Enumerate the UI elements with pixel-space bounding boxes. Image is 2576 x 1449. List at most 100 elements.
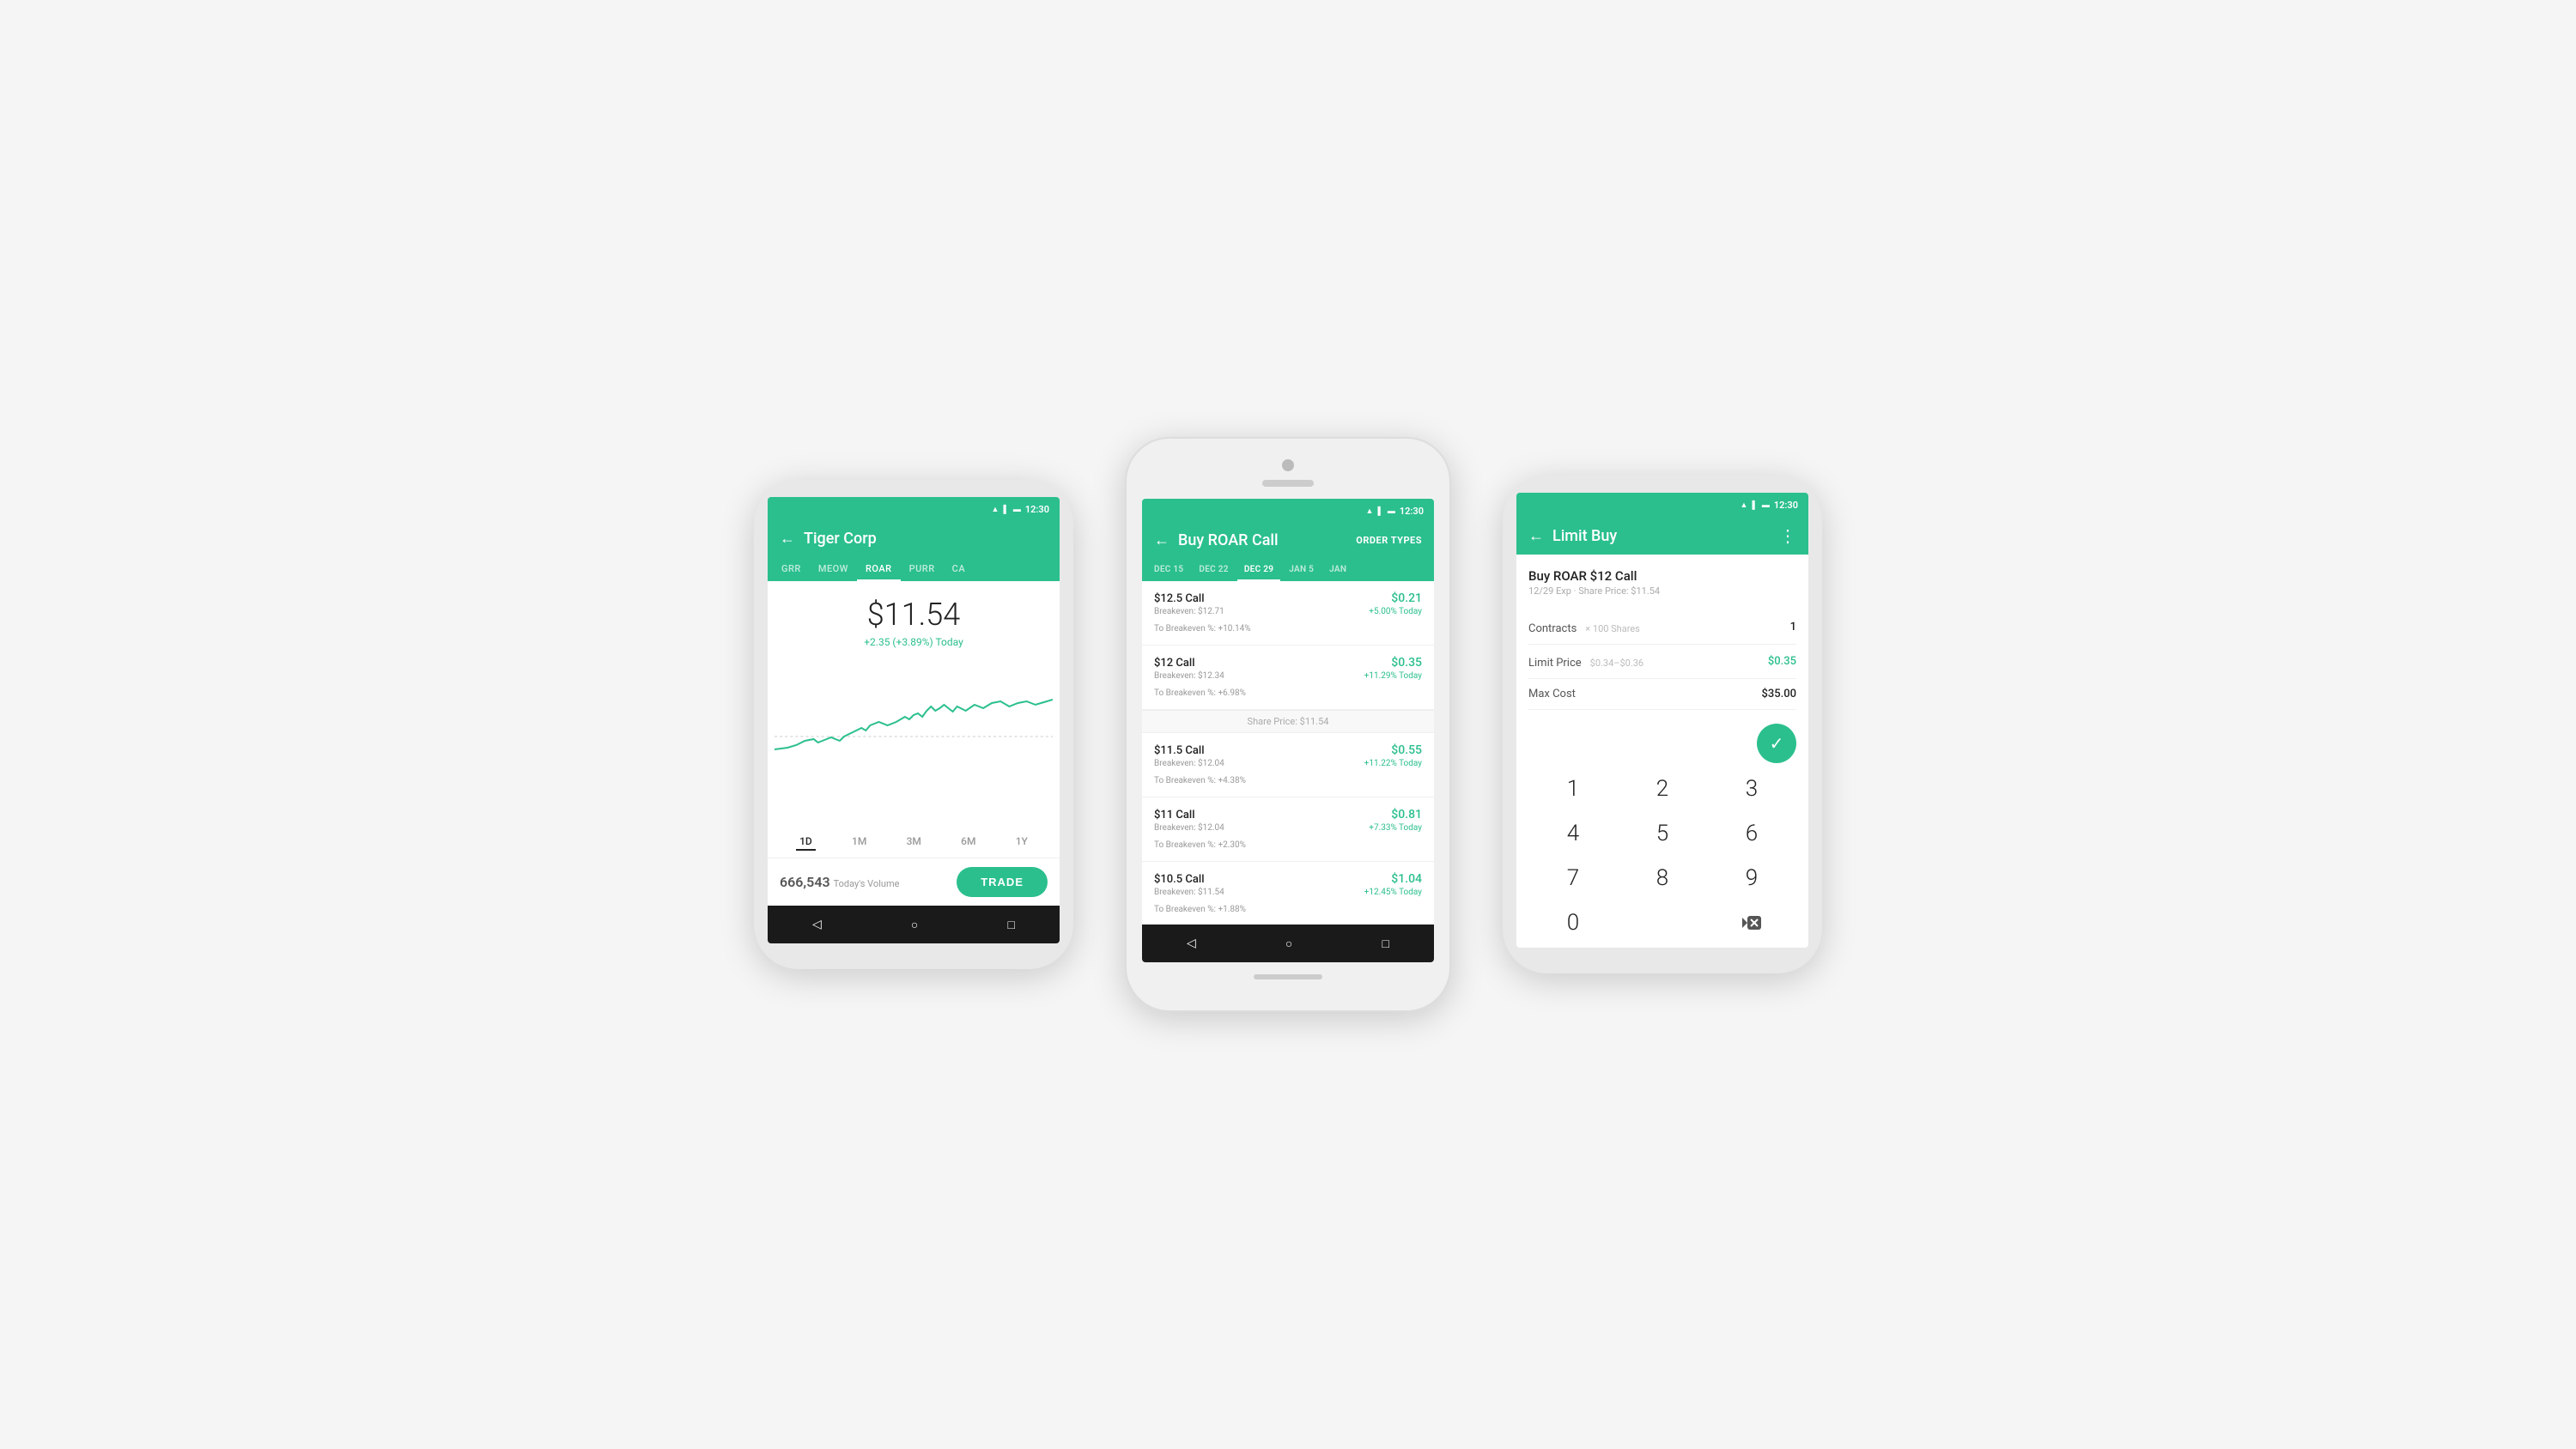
phone2-header-title: Buy ROAR Call	[1178, 531, 1347, 549]
option-item-4[interactable]: $10.5 Call $1.04 Breakeven: $11.54 +12.4…	[1142, 862, 1434, 925]
phone2-shell: ▲ ▌ ▬ 12:30 ← Buy ROAR Call ORDER TYPES …	[1125, 437, 1451, 1012]
tab-meow[interactable]: MEOW	[810, 556, 857, 581]
date-jan[interactable]: JAN	[1322, 558, 1353, 581]
chart-area	[768, 657, 1060, 827]
phone3-menu-button[interactable]: ⋮	[1779, 525, 1796, 546]
option-item-1[interactable]: $12 Call $0.35 Breakeven: $12.34 +11.29%…	[1142, 646, 1434, 710]
option-item-0[interactable]: $12.5 Call $0.21 Breakeven: $12.71 +5.00…	[1142, 581, 1434, 646]
option-change-2: +11.22% Today	[1364, 759, 1422, 768]
checkmark-icon: ✓	[1770, 733, 1784, 755]
limit-price-value: $0.35	[1768, 655, 1796, 668]
numpad-4[interactable]: 4	[1528, 811, 1618, 856]
phone3-back-button[interactable]: ←	[1528, 527, 1544, 545]
phone3-status-icons: ▲ ▌ ▬ 12:30	[1741, 500, 1798, 511]
phone1-time-tabs: 1D 1M 3M 6M 1Y	[768, 827, 1060, 858]
stock-chart	[775, 664, 1053, 784]
phone1-ticker-tabs: GRR MEOW ROAR PURR CA	[768, 556, 1060, 581]
numpad-backspace[interactable]	[1707, 900, 1796, 945]
nav-back-icon[interactable]: ◁	[812, 918, 822, 931]
numpad-5[interactable]: 5	[1618, 811, 1707, 856]
contracts-label-group: Contracts × 100 Shares	[1528, 619, 1640, 635]
phone2-status-bar: ▲ ▌ ▬ 12:30	[1142, 499, 1434, 523]
date-dec29[interactable]: DEC 29	[1237, 558, 1280, 581]
option-breakeven-1: Breakeven: $12.34	[1154, 671, 1224, 681]
numpad-8[interactable]: 8	[1618, 856, 1707, 900]
tab-roar[interactable]: ROAR	[857, 556, 901, 581]
limit-price-label-group: Limit Price $0.34–$0.36	[1528, 653, 1643, 670]
phone2-back-button[interactable]: ←	[1154, 531, 1170, 549]
battery-icon2: ▬	[1388, 506, 1395, 516]
time-1d[interactable]: 1D	[796, 834, 816, 851]
option-tobreak-3: To Breakeven %: +2.30%	[1154, 840, 1246, 850]
tab-ca[interactable]: CA	[944, 556, 974, 581]
numpad-6[interactable]: 6	[1707, 811, 1796, 856]
phone3-header-title: Limit Buy	[1552, 527, 1771, 545]
option-change-4: +12.45% Today	[1364, 888, 1422, 897]
numpad-2[interactable]: 2	[1618, 767, 1707, 811]
confirm-button[interactable]: ✓	[1757, 724, 1796, 763]
wifi-icon: ▲	[992, 505, 999, 514]
option-tobreak-0: To Breakeven %: +10.14%	[1154, 624, 1251, 634]
numpad-3[interactable]: 3	[1707, 767, 1796, 811]
phone2-header: ← Buy ROAR Call ORDER TYPES	[1142, 523, 1434, 558]
phone1-header: ← Tiger Corp	[768, 521, 1060, 556]
time-3m[interactable]: 3M	[903, 834, 925, 851]
numpad-9[interactable]: 9	[1707, 856, 1796, 900]
volume-display: 666,543 Today's Volume	[780, 874, 899, 890]
phone1-screen: ▲ ▌ ▬ 12:30 ← Tiger Corp GRR MEOW ROAR P…	[768, 497, 1060, 943]
battery-icon: ▬	[1013, 505, 1021, 514]
option-change-1: +11.29% Today	[1364, 671, 1422, 681]
phone3-status-bar: ▲ ▌ ▬ 12:30	[1516, 493, 1808, 517]
time-1m[interactable]: 1M	[848, 834, 870, 851]
numpad-0[interactable]: 0	[1528, 900, 1618, 945]
phone2-speaker	[1262, 480, 1314, 487]
limit-price-row: Limit Price $0.34–$0.36 $0.35	[1528, 645, 1796, 679]
order-subtitle: 12/29 Exp · Share Price: $11.54	[1528, 585, 1796, 597]
date-jan5[interactable]: JAN 5	[1282, 558, 1321, 581]
phone1-header-title: Tiger Corp	[804, 530, 1048, 548]
option-item-2[interactable]: $11.5 Call $0.55 Breakeven: $12.04 +11.2…	[1142, 733, 1434, 797]
tab-grr[interactable]: GRR	[773, 556, 810, 581]
option-price-0: $0.21	[1391, 591, 1422, 605]
nav-recent-icon2[interactable]: □	[1382, 937, 1388, 951]
trade-button[interactable]: TRADE	[957, 867, 1048, 897]
nav-recent-icon[interactable]: □	[1007, 918, 1014, 932]
nav-back-icon2[interactable]: ◁	[1187, 937, 1196, 950]
phone2-order-types-button[interactable]: ORDER TYPES	[1356, 535, 1422, 546]
date-dec22[interactable]: DEC 22	[1192, 558, 1235, 581]
option-breakeven-0: Breakeven: $12.71	[1154, 607, 1224, 616]
option-tobreak-2: To Breakeven %: +4.38%	[1154, 776, 1246, 785]
contracts-label: Contracts	[1528, 622, 1577, 635]
time-6m[interactable]: 6M	[957, 834, 979, 851]
option-change-0: +5.00% Today	[1369, 607, 1422, 616]
phone2-date-tabs: DEC 15 DEC 22 DEC 29 JAN 5 JAN	[1142, 558, 1434, 581]
date-dec15[interactable]: DEC 15	[1147, 558, 1190, 581]
option-change-3: +7.33% Today	[1369, 823, 1422, 833]
option-price-2: $0.55	[1391, 743, 1422, 757]
battery-icon3: ▬	[1762, 500, 1770, 510]
time-1y[interactable]: 1Y	[1012, 834, 1031, 851]
numpad-7[interactable]: 7	[1528, 856, 1618, 900]
nav-home-icon[interactable]: ○	[911, 918, 918, 932]
phone1-bottom-bar: 666,543 Today's Volume TRADE	[768, 858, 1060, 906]
phone1-price-section: $11.54 +2.35 (+3.89%) Today	[768, 581, 1060, 657]
order-form: Buy ROAR $12 Call 12/29 Exp · Share Pric…	[1516, 555, 1808, 948]
option-price-3: $0.81	[1391, 808, 1422, 822]
phone1-shell: ▲ ▌ ▬ 12:30 ← Tiger Corp GRR MEOW ROAR P…	[754, 480, 1073, 969]
option-breakeven-4: Breakeven: $11.54	[1154, 888, 1224, 897]
option-item-3[interactable]: $11 Call $0.81 Breakeven: $12.04 +7.33% …	[1142, 797, 1434, 862]
contracts-row: Contracts × 100 Shares 1	[1528, 610, 1796, 645]
phone3-header: ← Limit Buy ⋮	[1516, 517, 1808, 555]
stock-change: +2.35 (+3.89%) Today	[780, 636, 1048, 648]
scene: ▲ ▌ ▬ 12:30 ← Tiger Corp GRR MEOW ROAR P…	[0, 0, 2576, 1449]
nav-home-icon2[interactable]: ○	[1285, 937, 1292, 951]
phone2-status-icons: ▲ ▌ ▬ 12:30	[1366, 506, 1424, 517]
tab-purr[interactable]: PURR	[901, 556, 944, 581]
option-price-4: $1.04	[1391, 872, 1422, 886]
wifi-icon2: ▲	[1366, 506, 1374, 516]
numpad-1[interactable]: 1	[1528, 767, 1618, 811]
phone1-back-button[interactable]: ←	[780, 530, 795, 548]
options-list: $12.5 Call $0.21 Breakeven: $12.71 +5.00…	[1142, 581, 1434, 925]
option-tobreak-1: To Breakeven %: +6.98%	[1154, 688, 1246, 698]
option-name-0: $12.5 Call	[1154, 592, 1205, 605]
